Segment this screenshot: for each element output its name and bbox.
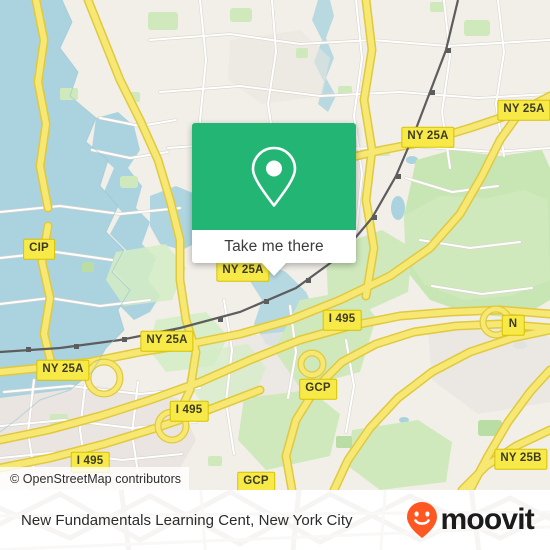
road-shield: GCP: [237, 471, 275, 490]
attribution-text: © OpenStreetMap contributors: [10, 471, 182, 486]
road-shield: GCP: [299, 378, 337, 400]
map-screenshot: CIP NY 25A NY 25A NY 25A NY 25A NY 25A I 495 I …: [0, 0, 550, 550]
place-callout-card[interactable]: Take me there: [192, 123, 356, 276]
road-shield: I 495: [169, 400, 209, 422]
road-shield: NY 25B: [494, 448, 548, 470]
road-shield: I 495: [322, 309, 362, 331]
callout-image-panel: [192, 123, 356, 230]
road-shield: NY 25A: [140, 330, 194, 352]
moovit-logo[interactable]: moovit: [406, 501, 535, 539]
moovit-wordmark: moovit: [440, 503, 534, 536]
map-pin-icon: [251, 146, 297, 207]
road-shield: CIP: [23, 238, 55, 260]
road-shield: NY 25A: [497, 99, 550, 121]
take-me-there-label: Take me there: [224, 237, 324, 255]
callout-tail-arrow: [261, 262, 287, 276]
place-title: New Fundamentals Learning Cent, New York…: [21, 511, 353, 529]
road-shield: N: [501, 314, 525, 336]
take-me-there-button[interactable]: Take me there: [192, 230, 356, 263]
map-attribution[interactable]: © OpenStreetMap contributors: [0, 467, 190, 490]
map-canvas[interactable]: CIP NY 25A NY 25A NY 25A NY 25A NY 25A I 495 I …: [0, 0, 550, 490]
road-shield: NY 25A: [401, 126, 455, 148]
footer-bar: New Fundamentals Learning Cent, New York…: [0, 490, 550, 550]
moovit-smiling-pin-icon: [407, 502, 438, 538]
road-shield: NY 25A: [36, 359, 90, 381]
